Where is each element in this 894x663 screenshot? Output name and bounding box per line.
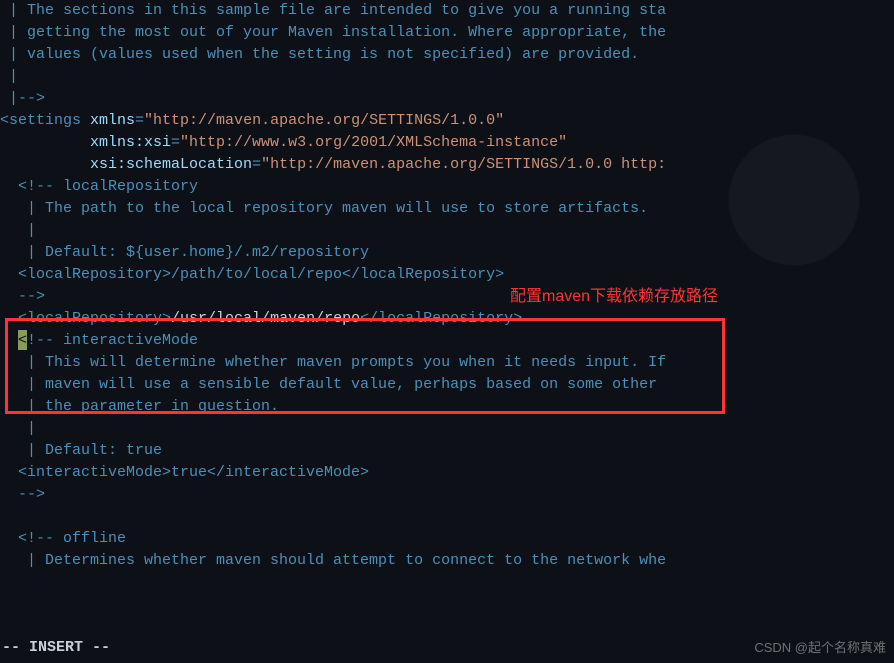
code-segment: = xyxy=(171,134,180,151)
code-line[interactable]: |--> xyxy=(0,88,894,110)
code-line[interactable]: | This will determine whether maven prom… xyxy=(0,352,894,374)
code-line[interactable] xyxy=(0,506,894,528)
code-line[interactable]: <localRepository>/path/to/local/repo</lo… xyxy=(0,264,894,286)
code-segment: <localRepository> xyxy=(18,310,171,327)
code-line[interactable]: <!-- localRepository xyxy=(0,176,894,198)
code-segment: | maven will use a sensible default valu… xyxy=(0,376,666,393)
code-segment xyxy=(0,156,90,173)
code-line[interactable]: | The path to the local repository maven… xyxy=(0,198,894,220)
code-segment: | xyxy=(0,420,36,437)
code-line[interactable]: | values (values used when the setting i… xyxy=(0,44,894,66)
code-line[interactable]: <settings xmlns="http://maven.apache.org… xyxy=(0,110,894,132)
editor-viewport[interactable]: | The sections in this sample file are i… xyxy=(0,0,894,663)
code-line[interactable]: xmlns:xsi="http://www.w3.org/2001/XMLSch… xyxy=(0,132,894,154)
code-segment: </localRepository> xyxy=(360,310,522,327)
code-segment: "http://maven.apache.org/SETTINGS/1.0.0 … xyxy=(261,156,666,173)
code-segment: | The sections in this sample file are i… xyxy=(0,2,666,19)
code-line[interactable]: | xyxy=(0,418,894,440)
watermark-text: CSDN @起个名称真难 xyxy=(754,638,886,658)
code-line[interactable]: <interactiveMode>true</interactiveMode> xyxy=(0,462,894,484)
code-segment: <interactiveMode>true</interactiveMode> xyxy=(0,464,369,481)
code-segment: = xyxy=(252,156,261,173)
code-segment: | Default: ${user.home}/.m2/repository xyxy=(0,244,369,261)
code-line[interactable]: | getting the most out of your Maven ins… xyxy=(0,22,894,44)
code-line[interactable]: --> xyxy=(0,484,894,506)
code-segment: xmlns:xsi xyxy=(90,134,171,151)
code-line[interactable]: | Default: true xyxy=(0,440,894,462)
code-segment: <localRepository>/path/to/local/repo</lo… xyxy=(0,266,504,283)
code-segment: xsi:schemaLocation xyxy=(90,156,252,173)
code-segment: | getting the most out of your Maven ins… xyxy=(0,24,666,41)
code-segment: | The path to the local repository maven… xyxy=(0,200,648,217)
code-segment: "http://maven.apache.org/SETTINGS/1.0.0" xyxy=(144,112,504,129)
vim-status: -- INSERT -- xyxy=(2,637,110,660)
annotation-text: 配置maven下载依赖存放路径 xyxy=(510,285,718,309)
code-segment: | the parameter in question. xyxy=(0,398,279,415)
code-segment: = xyxy=(135,112,144,129)
code-line[interactable]: | maven will use a sensible default valu… xyxy=(0,374,894,396)
code-segment xyxy=(0,134,90,151)
code-segment: | This will determine whether maven prom… xyxy=(0,354,666,371)
code-segment: |--> xyxy=(0,90,45,107)
code-line[interactable]: | xyxy=(0,220,894,242)
code-segment: /usr/local/maven/repo xyxy=(171,310,360,327)
code-line[interactable]: xsi:schemaLocation="http://maven.apache.… xyxy=(0,154,894,176)
code-segment: | Determines whether maven should attemp… xyxy=(0,552,666,569)
code-segment: | values (values used when the setting i… xyxy=(0,46,639,63)
code-line[interactable]: <!-- interactiveMode xyxy=(0,330,894,352)
code-line[interactable]: <localRepository>/usr/local/maven/repo</… xyxy=(0,308,894,330)
code-segment: "http://www.w3.org/2001/XMLSchema-instan… xyxy=(180,134,567,151)
code-segment xyxy=(0,310,18,327)
code-segment: | xyxy=(0,68,18,85)
code-segment: <!-- localRepository xyxy=(0,178,198,195)
code-line[interactable]: | xyxy=(0,66,894,88)
code-segment: <settings xyxy=(0,112,90,129)
code-line[interactable]: | Determines whether maven should attemp… xyxy=(0,550,894,572)
code-segment: --> xyxy=(0,486,45,503)
code-segment: <!-- offline xyxy=(0,530,126,547)
code-segment: --> xyxy=(0,288,45,305)
code-line[interactable]: <!-- offline xyxy=(0,528,894,550)
code-line[interactable]: | the parameter in question. xyxy=(0,396,894,418)
code-segment: | Default: true xyxy=(0,442,162,459)
code-segment: | xyxy=(0,222,36,239)
code-segment: !-- interactiveMode xyxy=(27,332,198,349)
code-segment: xmlns xyxy=(90,112,135,129)
cursor: < xyxy=(18,330,27,350)
code-line[interactable]: | Default: ${user.home}/.m2/repository xyxy=(0,242,894,264)
code-line[interactable]: | The sections in this sample file are i… xyxy=(0,0,894,22)
code-line[interactable]: --> xyxy=(0,286,894,308)
